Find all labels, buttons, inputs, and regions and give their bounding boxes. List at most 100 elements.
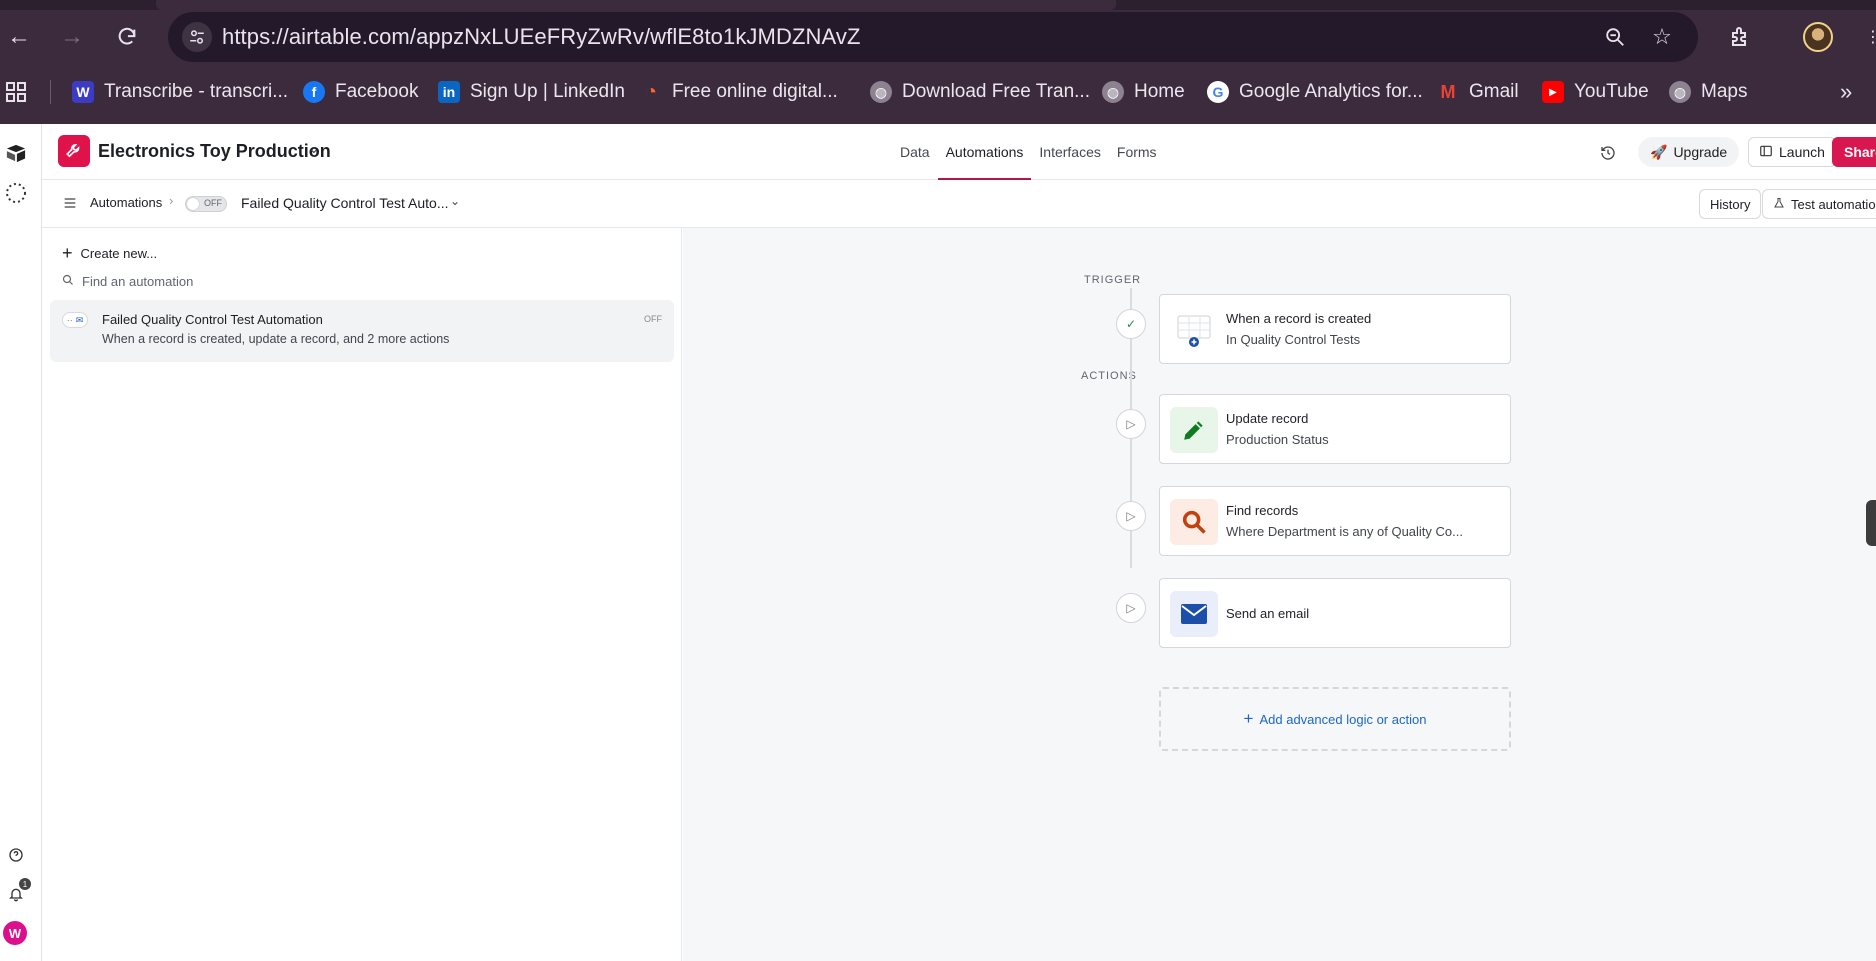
rocket-icon: 🚀 <box>1650 143 1668 160</box>
toggle-knob <box>187 198 199 210</box>
automation-name[interactable]: Failed Quality Control Test Auto... <box>241 195 449 211</box>
bookmark-star-icon[interactable]: ☆ <box>1649 24 1675 50</box>
url-text[interactable]: https://airtable.com/appzNxLUEeFRyZwRv/w… <box>222 24 861 50</box>
search-icon <box>62 274 74 289</box>
base-history-icon[interactable] <box>1597 142 1619 164</box>
bookmark-youtube[interactable]: ▶ YouTube <box>1542 76 1649 108</box>
site-settings-icon[interactable] <box>182 22 212 52</box>
bookmark-label: Home <box>1134 81 1185 102</box>
trigger-subtitle: In Quality Control Tests <box>1226 332 1361 347</box>
tab-automations[interactable]: Automations <box>937 124 1032 180</box>
base-logo-icon[interactable] <box>58 135 90 167</box>
extensions-icon[interactable] <box>1723 20 1757 54</box>
bookmark-google-analytics[interactable]: G Google Analytics for... <box>1207 76 1423 108</box>
tab-interfaces[interactable]: Interfaces <box>1031 124 1108 180</box>
search-input[interactable]: Find an automation <box>62 274 193 289</box>
bookmark-label: Facebook <box>335 81 419 102</box>
back-icon[interactable]: ← <box>4 22 34 52</box>
test-automation-button[interactable]: Test automation <box>1762 189 1876 219</box>
forward-icon[interactable]: → <box>57 22 87 52</box>
youtube-favicon-icon: ▶ <box>1542 81 1564 103</box>
chevron-down-icon[interactable]: ⌄ <box>450 194 460 208</box>
bookmark-semrush[interactable]: ◔ Free online digital... <box>640 76 838 108</box>
gmail-favicon-icon: M <box>1440 81 1456 102</box>
chevron-down-icon[interactable]: ⌄ <box>308 140 320 157</box>
side-panel-handle[interactable] <box>1866 500 1876 546</box>
envelope-icon <box>1170 591 1218 637</box>
action-subtitle: Where Department is any of Quality Co... <box>1226 524 1463 539</box>
automation-toggle[interactable]: OFF <box>185 196 227 212</box>
upgrade-button[interactable]: 🚀 Upgrade <box>1638 137 1740 167</box>
launch-label: Launch <box>1779 144 1825 160</box>
left-rail: 1 W <box>0 124 42 961</box>
bookmark-label: Sign Up | LinkedIn <box>470 81 625 102</box>
bookmark-label: Google Analytics for... <box>1239 81 1423 102</box>
help-icon[interactable] <box>2 841 30 869</box>
add-advanced-logic-button[interactable]: + Add advanced logic or action <box>1159 687 1511 751</box>
flask-icon <box>1773 197 1785 212</box>
breadcrumb[interactable]: Automations <box>90 195 162 210</box>
profile-avatar-icon[interactable] <box>1803 22 1833 52</box>
more-bookmarks-icon[interactable]: » <box>1840 76 1852 108</box>
list-item[interactable]: ·· ✉ Failed Quality Control Test Automat… <box>50 300 674 362</box>
tab-forms[interactable]: Forms <box>1109 124 1165 180</box>
bookmark-maps[interactable]: ◍ Maps <box>1669 76 1747 108</box>
semrush-favicon-icon: ◔ <box>644 80 658 103</box>
create-new-label: Create new... <box>80 246 158 261</box>
bookmarks-separator <box>50 80 51 104</box>
bookmark-facebook[interactable]: f Facebook <box>303 76 418 108</box>
play-icon: ▷ <box>1116 409 1146 439</box>
linkedin-favicon-icon: in <box>438 81 460 103</box>
create-new-button[interactable]: + Create new... <box>62 243 157 264</box>
pencil-icon <box>1170 407 1218 453</box>
globe-favicon-icon: ◍ <box>1669 81 1691 103</box>
table-plus-icon <box>1170 307 1218 353</box>
apps-grid-icon[interactable] <box>4 76 28 108</box>
airtable-logo-icon[interactable] <box>2 139 30 167</box>
bookmark-transcribe[interactable]: W Transcribe - transcri... <box>72 76 288 108</box>
transcribe-favicon-icon: W <box>72 81 94 103</box>
bookmark-download[interactable]: ◍ Download Free Tran... <box>870 76 1090 108</box>
launch-button[interactable]: Launch <box>1748 137 1836 167</box>
reload-icon[interactable] <box>112 22 142 52</box>
bookmark-label: YouTube <box>1574 81 1649 102</box>
test-automation-label: Test automation <box>1791 196 1876 212</box>
upgrade-label: Upgrade <box>1673 144 1728 160</box>
action-card-update-record[interactable]: Update record Production Status <box>1159 394 1511 464</box>
bookmarks-bar: W Transcribe - transcri... f Facebook in Si… <box>0 76 1876 108</box>
automation-icons: ·· ✉ <box>62 312 88 328</box>
chevron-right-icon: › <box>169 193 174 208</box>
automation-toolbar: Automations › OFF Failed Quality Control… <box>42 180 1876 228</box>
trigger-label: TRIGGER <box>1084 274 1142 286</box>
zoom-icon[interactable] <box>1602 24 1628 50</box>
action-subtitle: Production Status <box>1226 432 1329 447</box>
browser-menu-icon[interactable]: ⋮ <box>1856 20 1876 54</box>
user-avatar[interactable]: W <box>3 921 27 945</box>
notification-badge: 1 <box>19 878 31 890</box>
globe-favicon-icon: ◍ <box>870 81 892 103</box>
top-bar: Electronics Toy Production ⌄ Data Automa… <box>42 124 1876 180</box>
share-button[interactable]: Share <box>1832 137 1876 167</box>
play-icon: ▷ <box>1116 593 1146 623</box>
search-placeholder: Find an automation <box>82 274 194 289</box>
bookmark-linkedin[interactable]: in Sign Up | LinkedIn <box>438 76 625 108</box>
bookmark-label: Maps <box>1701 81 1748 102</box>
address-bar[interactable]: https://airtable.com/appzNxLUEeFRyZwRv/w… <box>168 12 1698 62</box>
active-tab[interactable] <box>156 0 1116 10</box>
base-name[interactable]: Electronics Toy Production <box>98 141 331 162</box>
action-card-send-email[interactable]: Send an email <box>1159 578 1511 648</box>
action-card-find-records[interactable]: Find records Where Department is any of … <box>1159 486 1511 556</box>
action-title: Send an email <box>1226 606 1310 621</box>
facebook-favicon-icon: f <box>303 81 325 103</box>
plus-icon: + <box>1243 709 1254 728</box>
menu-icon[interactable] <box>62 195 78 211</box>
bookmark-gmail[interactable]: M Gmail <box>1437 76 1519 108</box>
envelope-icon: ✉ <box>75 314 84 325</box>
bookmark-home[interactable]: ◍ Home <box>1102 76 1185 108</box>
bookmark-label: Download Free Tran... <box>902 81 1090 102</box>
workspace-loading-icon[interactable] <box>2 179 30 207</box>
toggle-label: OFF <box>204 198 222 208</box>
trigger-card[interactable]: When a record is created In Quality Cont… <box>1159 294 1511 364</box>
history-button[interactable]: History <box>1699 189 1762 219</box>
tab-data[interactable]: Data <box>892 124 938 180</box>
